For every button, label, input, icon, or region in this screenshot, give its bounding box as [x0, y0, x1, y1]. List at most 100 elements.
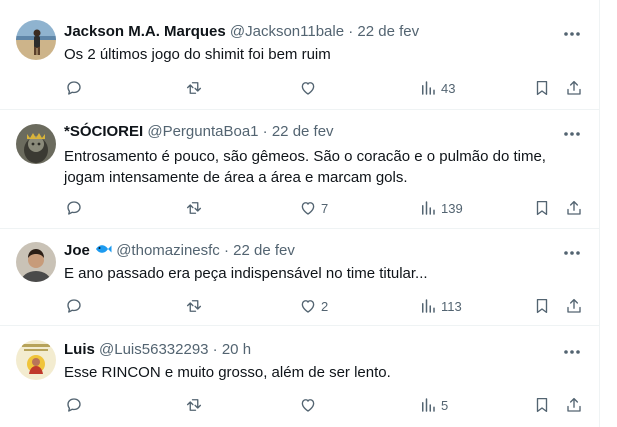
reply-button[interactable] [58, 290, 87, 322]
author-handle[interactable]: @thomazinesfc [116, 242, 220, 259]
tweet-text: Entrosamento é pouco, são gêmeos. São o … [64, 146, 584, 188]
like-button[interactable] [292, 389, 321, 421]
retweet-icon [178, 72, 210, 104]
view-count: 113 [441, 298, 462, 314]
tweet-header: Jackson M.A. Marques @Jackson11bale · 22… [64, 22, 419, 42]
views-button[interactable]: 139 [412, 192, 463, 224]
reply-icon [58, 290, 90, 322]
reply-button[interactable] [58, 192, 87, 224]
reply-icon [58, 72, 90, 104]
avatar-religious-image [16, 340, 56, 380]
views-icon [412, 72, 444, 104]
avatar[interactable] [16, 242, 56, 282]
retweet-icon [178, 192, 210, 224]
like-button[interactable] [292, 72, 321, 104]
views-icon [412, 192, 444, 224]
tweet-text: Esse RINCON e muito grosso, além de ser … [64, 362, 584, 383]
author-handle[interactable]: @Jackson11bale [230, 23, 344, 40]
like-button[interactable]: 2 [292, 290, 328, 322]
like-icon [292, 192, 324, 224]
bookmark-icon [526, 290, 558, 322]
tweet-text-line: jogam intensamente de área a área e marc… [64, 169, 408, 186]
view-count: 139 [441, 200, 463, 216]
views-button[interactable]: 113 [412, 290, 462, 322]
reply-button[interactable] [58, 72, 87, 104]
timeline: Jackson M.A. Marques @Jackson11bale · 22… [0, 0, 600, 427]
reply-button[interactable] [58, 389, 87, 421]
author-name[interactable]: Jackson M.A. Marques [64, 23, 226, 40]
retweet-button[interactable] [178, 72, 207, 104]
author-name[interactable]: Luis [64, 341, 95, 358]
timestamp[interactable]: 22 de fev [357, 23, 419, 40]
like-icon [292, 72, 324, 104]
avatar-beach-photo [16, 20, 56, 60]
avatar[interactable] [16, 340, 56, 380]
tweet-text: E ano passado era peça indispensável no … [64, 263, 584, 284]
tweet-text-line: Esse RINCON e muito grosso, além de ser … [64, 364, 391, 381]
share-button[interactable] [558, 389, 590, 421]
action-bar: 5 [56, 389, 596, 421]
separator-dot: · [212, 341, 218, 358]
author-handle[interactable]: @Luis56332293 [99, 341, 208, 358]
bookmark-button[interactable] [526, 389, 558, 421]
tweet-text-line: Os 2 últimos jogo do shimit foi bem ruim [64, 46, 331, 63]
tweet-header: *SÓCIOREI @PerguntaBoa1 · 22 de fev [64, 122, 334, 142]
author-name[interactable]: *SÓCIOREI [64, 123, 143, 140]
tweet[interactable]: Luis @Luis56332293 · 20 h Esse RINCON e … [0, 326, 600, 427]
tweet-text-line: Entrosamento é pouco, são gêmeos. São o … [64, 148, 546, 165]
timestamp[interactable]: 20 h [222, 341, 251, 358]
retweet-icon [178, 389, 210, 421]
share-button[interactable] [558, 192, 590, 224]
retweet-button[interactable] [178, 192, 207, 224]
views-icon [412, 290, 444, 322]
share-button[interactable] [558, 72, 590, 104]
more-icon[interactable] [562, 342, 582, 362]
share-button[interactable] [558, 290, 590, 322]
tweet-text-line: E ano passado era peça indispensável no … [64, 265, 428, 282]
like-icon [292, 290, 324, 322]
action-bar: 2 113 [56, 290, 596, 322]
share-icon [558, 72, 590, 104]
avatar[interactable] [16, 20, 56, 60]
views-button[interactable]: 5 [412, 389, 448, 421]
tweet-header: Luis @Luis56332293 · 20 h [64, 340, 251, 360]
retweet-button[interactable] [178, 290, 207, 322]
author-handle[interactable]: @PerguntaBoa1 [147, 123, 258, 140]
avatar-person-photo [16, 242, 56, 282]
view-count: 43 [441, 80, 456, 96]
bookmark-button[interactable] [526, 72, 558, 104]
tweet-header: Joe @thomazinesfc · 22 de fev [64, 241, 295, 261]
view-count: 5 [441, 397, 449, 413]
share-icon [558, 192, 590, 224]
reply-icon [58, 389, 90, 421]
like-icon [292, 389, 324, 421]
author-name[interactable]: Joe [64, 242, 90, 259]
like-count: 7 [321, 200, 329, 216]
action-bar: 43 [56, 72, 596, 104]
timestamp[interactable]: 22 de fev [233, 242, 295, 259]
more-icon[interactable] [562, 24, 582, 44]
more-icon[interactable] [562, 124, 582, 144]
separator-dot: · [223, 242, 229, 259]
tweet[interactable]: Joe @thomazinesfc · 22 de fev E ano pass… [0, 229, 600, 326]
like-button[interactable]: 7 [292, 192, 328, 224]
action-bar: 7 139 [56, 192, 596, 224]
retweet-button[interactable] [178, 389, 207, 421]
avatar-crowned-figure [16, 124, 56, 164]
separator-dot: · [348, 23, 354, 40]
separator-dot: · [262, 123, 268, 140]
tweet[interactable]: Jackson M.A. Marques @Jackson11bale · 22… [0, 0, 600, 110]
avatar[interactable] [16, 124, 56, 164]
share-icon [558, 290, 590, 322]
bookmark-button[interactable] [526, 290, 558, 322]
tweet[interactable]: *SÓCIOREI @PerguntaBoa1 · 22 de fev Entr… [0, 110, 600, 229]
tweet-text: Os 2 últimos jogo do shimit foi bem ruim [64, 44, 584, 65]
retweet-icon [178, 290, 210, 322]
bookmark-icon [526, 389, 558, 421]
reply-icon [58, 192, 90, 224]
timestamp[interactable]: 22 de fev [272, 123, 334, 140]
views-icon [412, 389, 444, 421]
bookmark-button[interactable] [526, 192, 558, 224]
more-icon[interactable] [562, 243, 582, 263]
views-button[interactable]: 43 [412, 72, 455, 104]
